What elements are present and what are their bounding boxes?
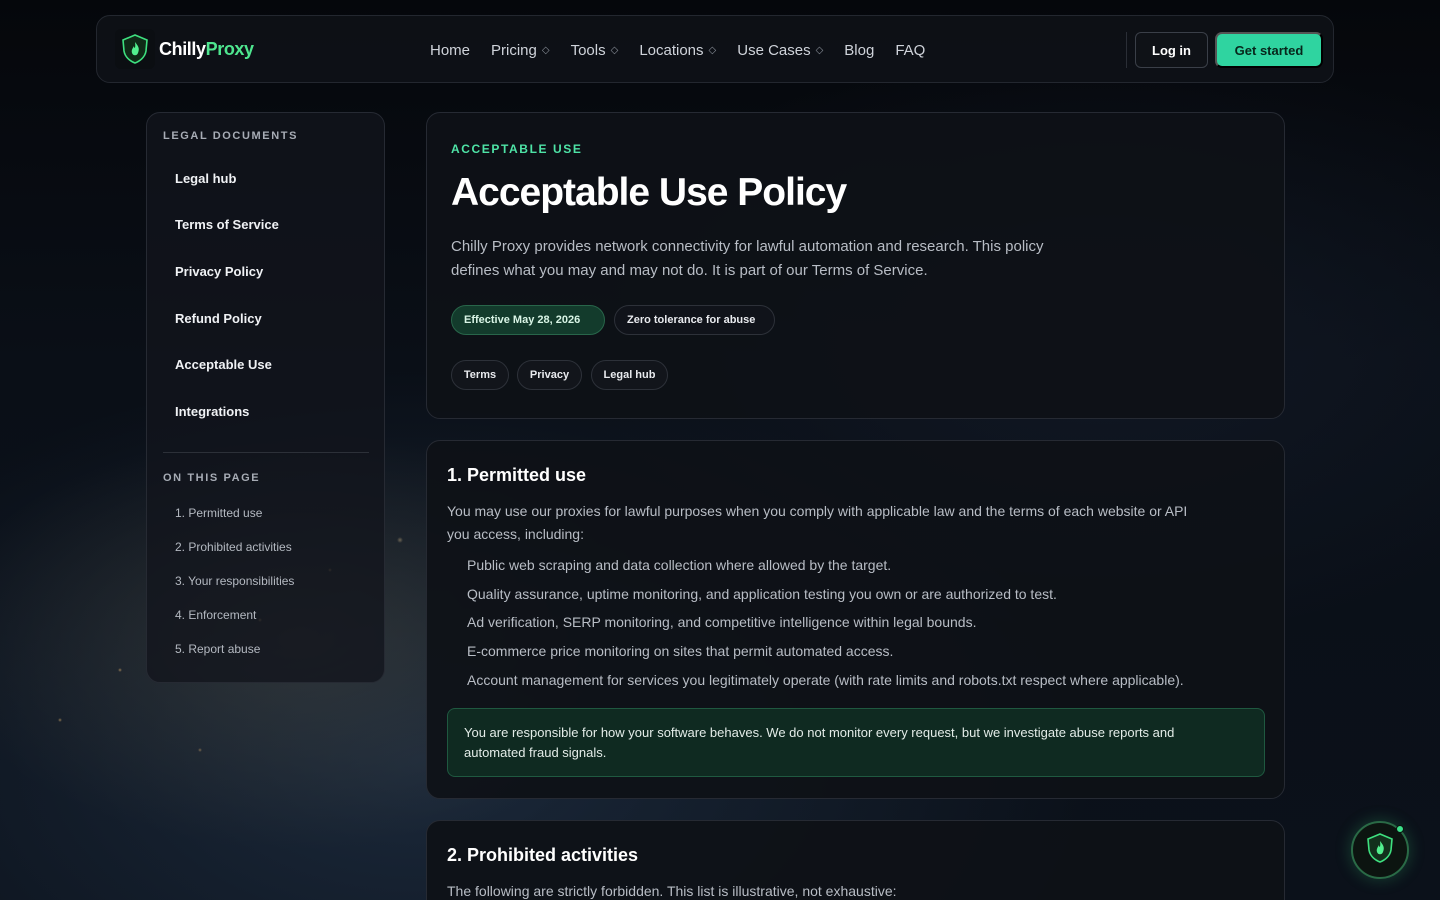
nav-divider: [1126, 32, 1127, 68]
intro-line: You may use our proxies for lawful purpo…: [447, 503, 1188, 519]
sidebar-item-terms-of-service[interactable]: Terms of Service: [175, 217, 279, 232]
get-started-button[interactable]: Get started: [1215, 32, 1323, 68]
page-title: Acceptable Use Policy: [451, 171, 847, 214]
sidebar-item-privacy-policy[interactable]: Privacy Policy: [175, 264, 263, 279]
nav-label: Tools: [570, 41, 606, 59]
login-button[interactable]: Log in: [1135, 32, 1208, 68]
list-item: E-commerce price monitoring on sites tha…: [467, 643, 894, 659]
responsibility-callout: You are responsible for how your softwar…: [447, 708, 1265, 777]
toc-item-prohibited-activities[interactable]: 2. Prohibited activities: [175, 540, 292, 554]
sidebar-item-legal-hub[interactable]: Legal hub: [175, 171, 236, 186]
section-intro: You may use our proxies for lawful purpo…: [447, 500, 1267, 546]
online-status-dot: [1396, 825, 1404, 833]
legal-hub-link-chip[interactable]: Legal hub: [591, 360, 668, 390]
section-title: 2. Prohibited activities: [447, 845, 639, 865]
callout-line: automated fraud signals.: [464, 745, 607, 760]
logo-text-proxy: Proxy: [205, 38, 254, 59]
nav-locations[interactable]: Locations ◇: [639, 42, 716, 59]
list-item: Ad verification, SERP monitoring, and co…: [467, 614, 977, 630]
toc-item-permitted-use[interactable]: 1. Permitted use: [175, 506, 262, 520]
nav-use-cases[interactable]: Use Cases ◇: [737, 42, 823, 59]
terms-link-chip[interactable]: Terms: [451, 360, 509, 390]
section-permitted-use: 1. Permitted use You may use our proxies…: [426, 440, 1285, 799]
nav-faq[interactable]: FAQ: [895, 42, 925, 59]
list-item: Public web scraping and data collection …: [467, 557, 892, 573]
callout-line: You are responsible for how your softwar…: [464, 725, 1175, 740]
chevron-down-icon: ◇: [541, 44, 550, 56]
toc-item-enforcement[interactable]: 4. Enforcement: [175, 608, 256, 622]
nav-label: FAQ: [895, 41, 926, 59]
on-this-page-heading: ON THIS PAGE: [163, 472, 261, 484]
nav-label: Pricing: [491, 41, 537, 59]
nav-home[interactable]: Home: [430, 42, 470, 59]
chevron-down-icon: ◇: [815, 44, 824, 56]
lead-line: defines what you may and may not do. It …: [451, 262, 928, 279]
nav-label: Use Cases: [737, 41, 811, 59]
sidebar-item-refund-policy[interactable]: Refund Policy: [175, 311, 262, 326]
intro-line: you access, including:: [447, 526, 584, 542]
main-nav: Home Pricing ◇ Tools ◇ Locations ◇ Use Case…: [430, 16, 946, 84]
toc-item-report-abuse[interactable]: 5. Report abuse: [175, 642, 260, 656]
nav-tools[interactable]: Tools ◇: [571, 42, 619, 59]
legal-sidebar: LEGAL DOCUMENTS Legal hub Terms of Servi…: [146, 112, 385, 683]
nav-blog[interactable]: Blog: [844, 42, 874, 59]
legal-documents-heading: LEGAL DOCUMENTS: [163, 130, 299, 142]
nav-pricing[interactable]: Pricing ◇: [491, 42, 550, 59]
support-chat-button[interactable]: [1351, 821, 1409, 879]
nav-label: Home: [430, 41, 471, 59]
top-navbar: ChillyProxy Home Pricing ◇ Tools ◇ Locatio…: [96, 15, 1334, 83]
policy-hero-card: ACCEPTABLE USE Acceptable Use Policy Chi…: [426, 112, 1285, 419]
zero-tolerance-badge: Zero tolerance for abuse: [614, 305, 775, 335]
chevron-down-icon: ◇: [610, 44, 619, 56]
section-title: 1. Permitted use: [447, 465, 587, 485]
shield-flame-icon: [115, 29, 155, 69]
nav-label: Blog: [844, 41, 875, 59]
logo-text-chilly: Chilly: [159, 38, 206, 59]
list-item: Quality assurance, uptime monitoring, an…: [467, 586, 1057, 602]
sidebar-divider: [163, 452, 369, 453]
shield-flame-icon: [1365, 832, 1395, 869]
effective-date-badge: Effective May 28, 2026: [451, 305, 605, 335]
lead-line: Chilly Proxy provides network connectivi…: [451, 238, 1044, 255]
logo-link[interactable]: ChillyProxy: [115, 29, 254, 69]
sidebar-item-integrations[interactable]: Integrations: [175, 404, 249, 419]
chevron-down-icon: ◇: [708, 44, 717, 56]
nav-label: Locations: [639, 41, 704, 59]
privacy-link-chip[interactable]: Privacy: [517, 360, 582, 390]
section-intro: The following are strictly forbidden. Th…: [447, 883, 897, 899]
list-item: Account management for services you legi…: [467, 672, 1184, 688]
section-prohibited-activities: 2. Prohibited activities The following a…: [426, 820, 1285, 900]
toc-item-your-responsibilities[interactable]: 3. Your responsibilities: [175, 574, 294, 588]
page-eyebrow: ACCEPTABLE USE: [451, 142, 583, 156]
page-lead: Chilly Proxy provides network connectivi…: [451, 235, 1111, 283]
logo-wordmark: ChillyProxy: [159, 39, 254, 60]
sidebar-item-acceptable-use[interactable]: Acceptable Use: [175, 357, 272, 372]
